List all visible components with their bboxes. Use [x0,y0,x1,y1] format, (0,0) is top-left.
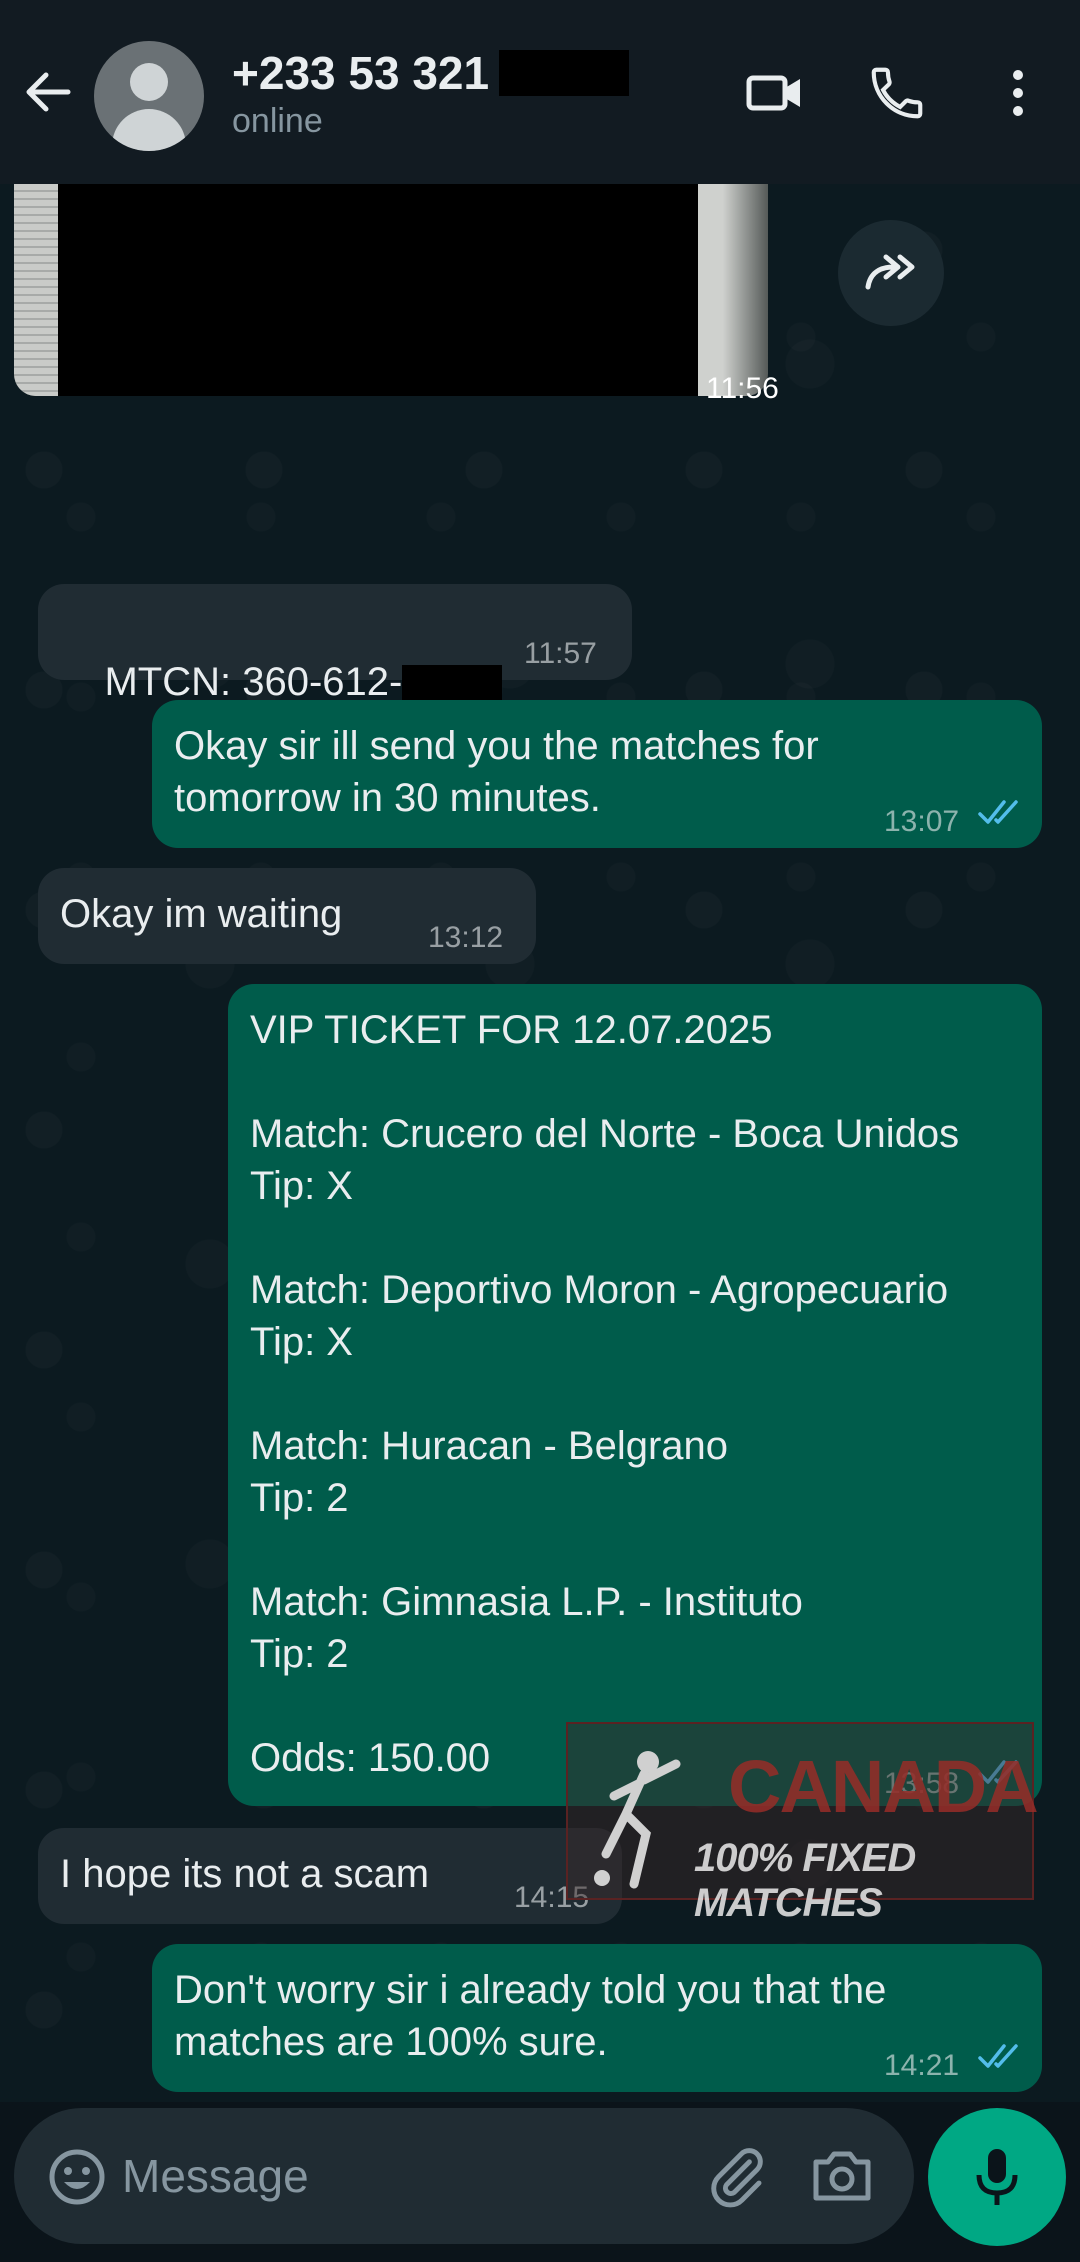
message-time: 11:57 [524,637,597,670]
message-composer [14,2108,914,2244]
incoming-message[interactable]: I hope its not a scam 14:15 [38,1828,622,1924]
message-time: 11:56 [706,372,779,405]
avatar-body [112,109,186,151]
more-vert-icon [1013,70,1023,116]
message-time: 13:12 [428,921,504,954]
message-time: 14:21 [884,2049,960,2082]
message-input[interactable] [122,2138,682,2214]
phone-icon [871,67,923,119]
back-arrow-icon [26,72,71,112]
football-player-icon [594,1751,681,1889]
contact-name-text: +233 53 321 [232,47,490,99]
message-text: I hope its not a scam [60,1852,430,1896]
back-button[interactable] [18,62,78,122]
video-call-icon [746,75,800,111]
contact-name[interactable]: +233 53 321 [232,46,630,100]
voice-message-button[interactable] [928,2108,1066,2246]
watermark-title: CANADA [728,1745,1039,1828]
contact-status: online [232,102,323,140]
chat-header: +233 53 321 online [0,0,1080,184]
message-time: 13:07 [884,805,960,838]
forward-icon [865,254,915,290]
outgoing-message[interactable]: VIP TICKET FOR 12.07.2025 Match: Crucero… [228,984,1042,1806]
attach-button[interactable] [704,2144,770,2210]
microphone-icon [976,2149,1018,2205]
watermark-subtitle: 100% FIXED MATCHES [694,1836,916,1925]
emoji-button[interactable] [48,2148,106,2206]
message-text: VIP TICKET FOR 12.07.2025 Match: Crucero… [250,1008,960,1780]
video-call-button[interactable] [744,62,806,124]
watermark: CANADA 100% FIXED MATCHES [566,1722,1039,1925]
avatar-head [130,63,168,101]
redaction-bar [499,50,630,96]
camera-button[interactable] [810,2146,874,2206]
outgoing-message[interactable]: Okay sir ill send you the matches for to… [152,700,1042,848]
message-text: Okay im waiting [60,892,343,936]
message-text: Okay sir ill send you the matches for to… [174,724,819,820]
more-options-button[interactable] [990,62,1046,124]
voice-call-button[interactable] [866,62,928,124]
incoming-message[interactable]: MTCN: 360-612- 11:57 [38,584,632,704]
avatar[interactable] [94,41,204,151]
outgoing-message[interactable]: Don't worry sir i already told you that … [152,1944,1042,2092]
paperclip-icon [711,2148,763,2208]
redaction-bar [402,665,503,704]
forward-button[interactable] [838,220,944,326]
camera-icon [813,2151,871,2201]
message-text: Don't worry sir i already told you that … [174,1968,887,2064]
read-receipt-icon [978,2044,1018,2068]
emoji-icon [49,2149,105,2205]
incoming-message[interactable]: Okay im waiting 13:12 [38,868,536,964]
read-receipt-icon [978,800,1018,824]
